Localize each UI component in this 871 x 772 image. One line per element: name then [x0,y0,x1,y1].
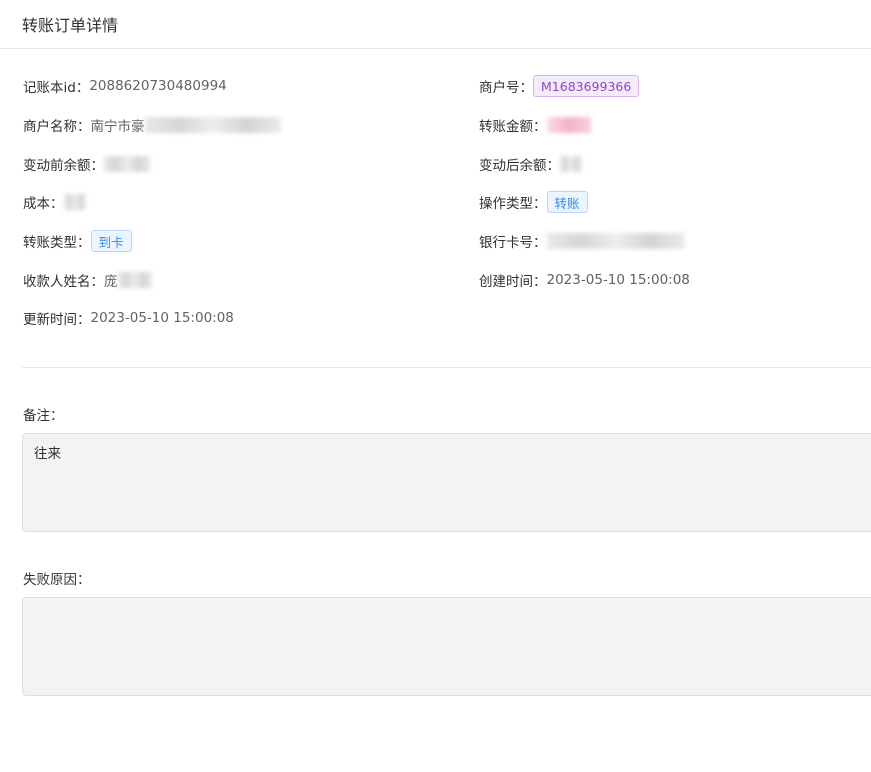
field-bank-card-no: 银行卡号： [479,230,685,252]
field-merchant-no: 商户号： M1683699366 [479,75,640,97]
transfer-amount-redacted [546,117,591,133]
field-balance-after: 变动后余额： [479,153,582,175]
ledger-id-value: 2088620730480994 [89,78,227,94]
transfer-type-label: 转账类型： [23,235,91,251]
balance-before-redacted [104,156,150,172]
field-merchant-name: 商户名称： 南宁市豪 [23,114,281,136]
page-header: 转账订单详情 [0,0,871,49]
field-transfer-type: 转账类型： 到卡 [23,230,132,252]
cost-label: 成本： [23,196,64,212]
failure-reason-label: 失败原因： [23,572,91,588]
merchant-name-redacted [144,117,281,133]
operation-type-tag: 转账 [546,191,588,213]
section-divider [22,367,871,368]
updated-at-value: 2023-05-10 15:00:08 [90,310,234,326]
field-updated-at: 更新时间： 2023-05-10 15:00:08 [23,307,234,329]
payee-name-redacted [117,272,152,288]
merchant-no-label: 商户号： [479,80,533,96]
field-balance-before: 变动前余额： [23,153,150,175]
cost-redacted [63,194,86,210]
created-at-label: 创建时间： [479,274,547,290]
balance-after-redacted [560,156,582,172]
field-payee-name: 收款人姓名： 庞 [23,269,152,291]
balance-after-label: 变动后余额： [479,158,560,174]
field-transfer-amount: 转账金额： [479,114,591,136]
bank-card-no-label: 银行卡号： [479,235,547,251]
operation-type-label: 操作类型： [479,196,547,212]
field-cost: 成本： [23,191,86,213]
transfer-type-tag: 到卡 [90,230,132,252]
payee-name-label: 收款人姓名： [23,274,104,290]
bank-card-no-redacted [546,233,685,249]
remark-label: 备注： [23,408,64,424]
ledger-id-label: 记账本id： [23,80,90,96]
field-ledger-id: 记账本id： 2088620730480994 [23,75,227,97]
created-at-value: 2023-05-10 15:00:08 [546,272,690,288]
merchant-no-tag: M1683699366 [533,75,640,97]
transfer-amount-label: 转账金额： [479,119,547,135]
updated-at-label: 更新时间： [23,312,91,328]
balance-before-label: 变动前余额： [23,158,104,174]
field-operation-type: 操作类型： 转账 [479,191,588,213]
page-title: 转账订单详情 [22,16,119,35]
merchant-name-label: 商户名称： [23,119,91,135]
payee-name-value: 庞 [104,274,118,290]
merchant-name-value: 南宁市豪 [90,119,145,135]
remark-textarea[interactable]: 往来 [22,433,871,532]
failure-reason-textarea[interactable] [22,597,871,696]
field-created-at: 创建时间： 2023-05-10 15:00:08 [479,269,690,291]
